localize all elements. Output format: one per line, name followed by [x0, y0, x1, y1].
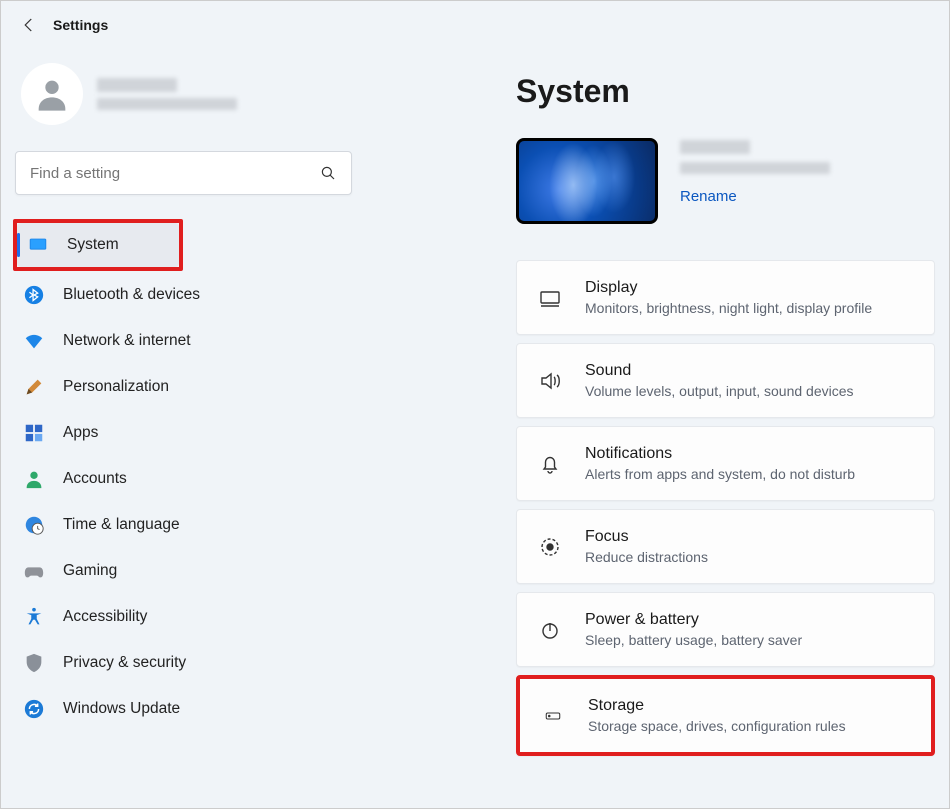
sidebar-item-label: Privacy & security — [63, 654, 186, 672]
sidebar-item-label: Accessibility — [63, 608, 147, 626]
card-text: Sound Volume levels, output, input, soun… — [585, 362, 854, 399]
sidebar-item-network[interactable]: Network & internet — [13, 319, 354, 363]
gamepad-icon — [23, 560, 45, 582]
sidebar-item-apps[interactable]: Apps — [13, 411, 354, 455]
card-subtitle: Volume levels, output, input, sound devi… — [585, 383, 854, 399]
card-text: Display Monitors, brightness, night ligh… — [585, 279, 872, 316]
globe-clock-icon — [23, 514, 45, 536]
search-input[interactable] — [30, 165, 319, 182]
card-title: Display — [585, 279, 872, 297]
wifi-icon — [23, 330, 45, 352]
sidebar-item-label: Accounts — [63, 470, 127, 488]
sidebar-nav: System Bluetooth & devices Network & int… — [13, 219, 354, 731]
user-text — [97, 78, 237, 110]
sidebar-item-accessibility[interactable]: Accessibility — [13, 595, 354, 639]
card-subtitle: Reduce distractions — [585, 549, 708, 565]
accessibility-icon — [23, 606, 45, 628]
card-text: Storage Storage space, drives, configura… — [588, 697, 846, 734]
card-subtitle: Alerts from apps and system, do not dist… — [585, 466, 855, 482]
sidebar-item-system[interactable]: System — [17, 223, 179, 267]
card-storage[interactable]: Storage Storage space, drives, configura… — [516, 675, 935, 756]
sidebar-item-label: Time & language — [63, 516, 180, 534]
card-display[interactable]: Display Monitors, brightness, night ligh… — [516, 260, 935, 335]
sidebar-item-personalization[interactable]: Personalization — [13, 365, 354, 409]
update-icon — [23, 698, 45, 720]
content: System Rename Display Monitors, bright — [366, 45, 949, 808]
body: System Bluetooth & devices Network & int… — [1, 45, 949, 808]
user-email-redacted — [97, 98, 237, 110]
display-icon — [537, 285, 563, 311]
rename-link[interactable]: Rename — [680, 188, 830, 205]
avatar — [21, 63, 83, 125]
sidebar-item-label: System — [67, 236, 119, 254]
person-icon — [32, 74, 72, 114]
user-account-row[interactable] — [13, 53, 354, 151]
sidebar-item-bluetooth[interactable]: Bluetooth & devices — [13, 273, 354, 317]
sidebar-item-privacy[interactable]: Privacy & security — [13, 641, 354, 685]
sidebar: System Bluetooth & devices Network & int… — [1, 45, 366, 808]
sidebar-item-accounts[interactable]: Accounts — [13, 457, 354, 501]
device-thumbnail[interactable] — [516, 138, 658, 224]
sidebar-item-update[interactable]: Windows Update — [13, 687, 354, 731]
page-title: System — [516, 73, 935, 110]
device-row: Rename — [516, 138, 935, 224]
bell-icon — [537, 451, 563, 477]
person-icon — [23, 468, 45, 490]
card-subtitle: Storage space, drives, configuration rul… — [588, 718, 846, 734]
device-name-redacted — [680, 140, 750, 154]
card-title: Power & battery — [585, 611, 802, 629]
sidebar-item-label: Personalization — [63, 378, 169, 396]
device-model-redacted — [680, 162, 830, 174]
search-box[interactable] — [15, 151, 352, 195]
shield-icon — [23, 652, 45, 674]
paintbrush-icon — [23, 376, 45, 398]
focus-icon — [537, 534, 563, 560]
arrow-left-icon — [20, 16, 38, 34]
search-icon — [319, 164, 337, 182]
apps-icon — [23, 422, 45, 444]
sidebar-item-time[interactable]: Time & language — [13, 503, 354, 547]
sidebar-item-gaming[interactable]: Gaming — [13, 549, 354, 593]
sidebar-item-label: Bluetooth & devices — [63, 286, 200, 304]
cards-list: Display Monitors, brightness, night ligh… — [516, 260, 935, 756]
user-name-redacted — [97, 78, 177, 92]
card-text: Focus Reduce distractions — [585, 528, 708, 565]
sidebar-item-label: Windows Update — [63, 700, 180, 718]
storage-icon — [540, 703, 566, 729]
card-notifications[interactable]: Notifications Alerts from apps and syste… — [516, 426, 935, 501]
titlebar: Settings — [1, 1, 949, 45]
system-icon — [27, 234, 49, 256]
highlight-system: System — [13, 219, 183, 271]
card-subtitle: Monitors, brightness, night light, displ… — [585, 300, 872, 316]
card-text: Notifications Alerts from apps and syste… — [585, 445, 855, 482]
card-title: Focus — [585, 528, 708, 546]
card-subtitle: Sleep, battery usage, battery saver — [585, 632, 802, 648]
sidebar-item-label: Gaming — [63, 562, 117, 580]
device-text: Rename — [680, 138, 830, 205]
card-title: Sound — [585, 362, 854, 380]
bluetooth-icon — [23, 284, 45, 306]
power-icon — [537, 617, 563, 643]
card-focus[interactable]: Focus Reduce distractions — [516, 509, 935, 584]
card-title: Notifications — [585, 445, 855, 463]
card-sound[interactable]: Sound Volume levels, output, input, soun… — [516, 343, 935, 418]
card-text: Power & battery Sleep, battery usage, ba… — [585, 611, 802, 648]
settings-app: Settings — [1, 1, 949, 808]
sound-icon — [537, 368, 563, 394]
sidebar-item-label: Apps — [63, 424, 98, 442]
card-title: Storage — [588, 697, 846, 715]
window-title: Settings — [53, 17, 108, 33]
sidebar-item-label: Network & internet — [63, 332, 191, 350]
card-power[interactable]: Power & battery Sleep, battery usage, ba… — [516, 592, 935, 667]
back-button[interactable] — [19, 15, 39, 35]
